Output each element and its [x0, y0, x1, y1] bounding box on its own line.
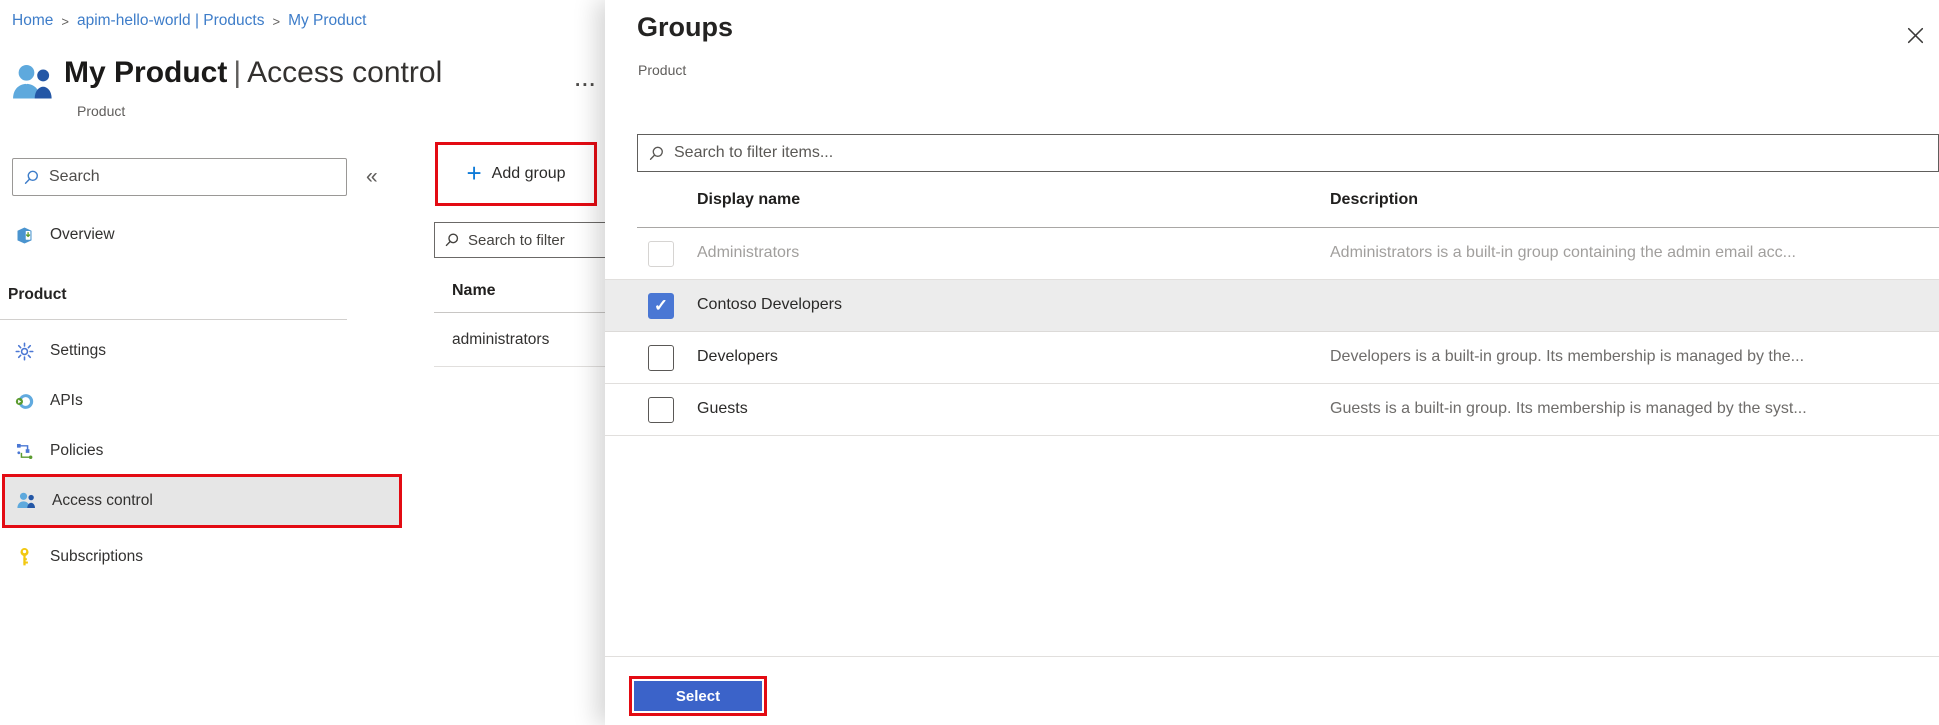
search-icon: [444, 232, 460, 248]
key-icon: [14, 547, 35, 568]
sidebar-item-policies[interactable]: Policies: [0, 434, 347, 468]
panel-search-box: [637, 134, 1939, 172]
description-column-header: Description: [1330, 191, 1418, 209]
breadcrumb-link-my-product[interactable]: My Product: [288, 12, 366, 30]
groups-flyout-panel: Groups Product Display name Description …: [605, 0, 1939, 725]
sidebar-search-input[interactable]: [49, 168, 336, 186]
sidebar-search-box: [12, 158, 347, 196]
add-group-label: Add group: [492, 165, 566, 183]
select-button[interactable]: Select: [634, 681, 762, 711]
group-description: Developers is a built-in group. Its memb…: [1330, 348, 1921, 366]
sidebar-item-subscriptions[interactable]: Subscriptions: [0, 540, 347, 574]
sidebar-divider: [0, 319, 347, 320]
overview-cube-icon: [14, 225, 35, 246]
apis-icon: [14, 391, 35, 412]
group-row-developers[interactable]: Developers Developers is a built-in grou…: [605, 332, 1939, 384]
gear-icon: [14, 341, 35, 362]
breadcrumb: Home > apim-hello-world | Products > My …: [12, 12, 366, 30]
group-name: Administrators: [697, 244, 799, 262]
plus-icon: +: [466, 160, 481, 186]
sidebar-collapse-button[interactable]: «: [366, 165, 378, 189]
display-name-column-header: Display name: [697, 191, 800, 209]
group-row-administrators: Administrators Administrators is a built…: [605, 228, 1939, 280]
search-icon: [648, 145, 665, 162]
sidebar-section-product: Product: [8, 286, 67, 304]
select-callout: Select: [629, 676, 767, 716]
panel-search-input[interactable]: [674, 144, 1928, 162]
search-icon: [23, 169, 40, 186]
breadcrumb-link-home[interactable]: Home: [12, 12, 53, 30]
more-options-ellipsis-icon[interactable]: ...: [575, 70, 597, 92]
sidebar-item-label: Policies: [50, 442, 103, 460]
breadcrumb-separator: >: [61, 14, 69, 29]
group-name: Guests: [697, 400, 748, 418]
page-title-product: My Product: [64, 56, 227, 89]
page-title-divider: |: [227, 56, 247, 89]
group-name: Developers: [697, 348, 778, 366]
group-name: Contoso Developers: [697, 296, 842, 314]
checkbox-unchecked-disabled: [648, 241, 674, 267]
panel-subtitle: Product: [638, 62, 686, 78]
panel-footer-divider: [605, 656, 1939, 657]
page-subtitle: Product: [77, 103, 125, 119]
add-group-button[interactable]: + Add group: [435, 142, 597, 206]
checkbox-unchecked[interactable]: [648, 397, 674, 423]
sidebar-item-label: Settings: [50, 342, 106, 360]
page-title: My Product|Access control: [64, 56, 442, 90]
checkbox-checked[interactable]: ✓: [648, 293, 674, 319]
sidebar-item-label: Subscriptions: [50, 548, 143, 566]
policies-icon: [14, 441, 35, 462]
group-row-guests[interactable]: Guests Guests is a built-in group. Its m…: [605, 384, 1939, 436]
group-description: Administrators is a built-in group conta…: [1330, 244, 1921, 262]
sidebar-item-label: Overview: [50, 226, 115, 244]
sidebar-item-label: Access control: [52, 492, 153, 510]
checkbox-unchecked[interactable]: [648, 345, 674, 371]
page-title-section: Access control: [247, 56, 442, 89]
panel-title: Groups: [637, 12, 733, 43]
access-control-people-icon: [16, 491, 37, 512]
group-row-contoso-developers[interactable]: ✓ Contoso Developers: [605, 280, 1939, 332]
access-control-people-icon: [10, 62, 56, 102]
sidebar-item-apis[interactable]: APIs: [0, 384, 347, 418]
name-column-header: Name: [452, 282, 496, 300]
sidebar-item-label: APIs: [50, 392, 83, 410]
group-description: Guests is a built-in group. Its membersh…: [1330, 400, 1921, 418]
breadcrumb-separator: >: [272, 14, 280, 29]
breadcrumb-link-products[interactable]: apim-hello-world | Products: [77, 12, 265, 30]
sidebar-item-access-control[interactable]: Access control: [2, 474, 402, 528]
sidebar-item-overview[interactable]: Overview: [0, 218, 347, 252]
group-row-administrators[interactable]: administrators: [452, 331, 549, 349]
sidebar-item-settings[interactable]: Settings: [0, 334, 347, 368]
close-icon[interactable]: [1902, 22, 1928, 48]
